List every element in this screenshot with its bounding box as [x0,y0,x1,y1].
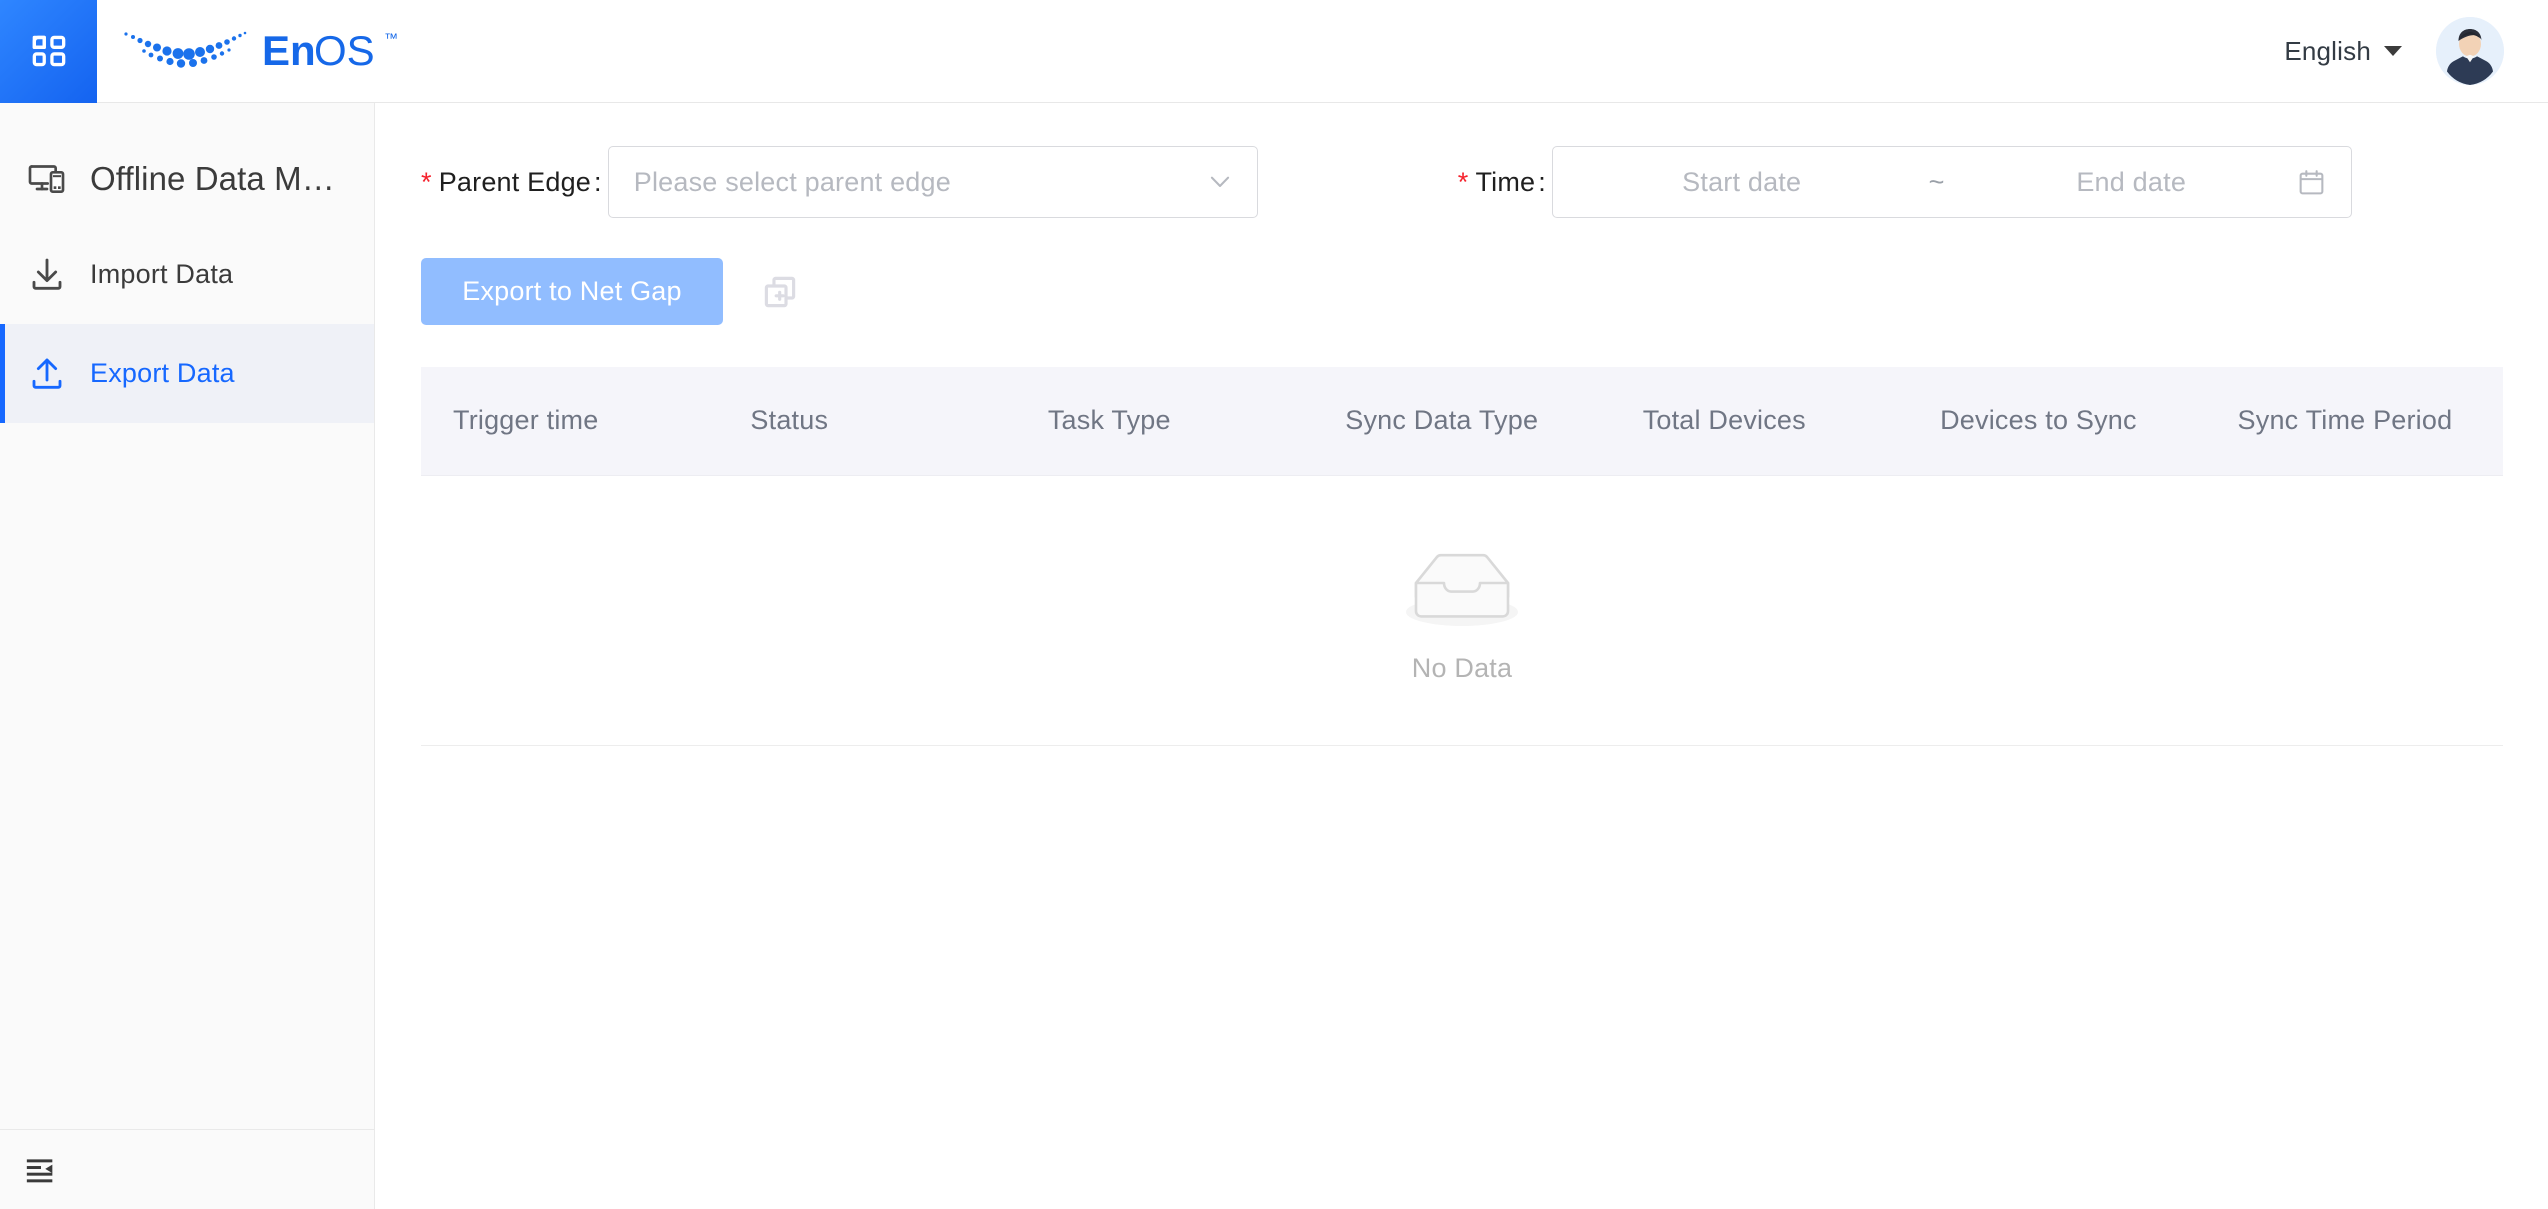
sidebar-module-title[interactable]: Offline Data M… [0,133,374,225]
time-label: * Time: [1458,167,1552,198]
required-mark: * [421,166,432,197]
top-header: En OS ™ English [0,0,2548,103]
column-header-sync-time-period[interactable]: Sync Time Period [2205,367,2503,476]
caret-down-icon [2384,46,2402,56]
export-to-net-gap-button[interactable]: Export to Net Gap [421,258,723,325]
range-separator: ~ [1928,166,1945,197]
action-bar: Export to Net Gap [376,218,2548,325]
column-header-trigger-time[interactable]: Trigger time [421,367,719,476]
end-date-input[interactable]: End date [1966,167,2296,198]
parent-edge-label-text: Parent Edge [438,166,592,197]
required-mark: * [1457,166,1469,197]
calendar-icon [2299,169,2324,194]
main-content: * Parent Edge: Please select parent edge … [376,103,2548,1209]
sidebar-item-label: Export Data [90,358,235,388]
upload-icon [32,358,62,389]
download-icon [32,258,62,290]
chevron-down-icon [1210,176,1229,187]
avatar[interactable] [2436,17,2504,85]
empty-box-icon [1406,553,1518,626]
app-launcher-button[interactable] [0,0,97,103]
table-body: No Data [421,475,2503,746]
sidebar-footer [0,1129,374,1209]
svg-text:™: ™ [384,30,398,46]
column-header-task-type[interactable]: Task Type [1015,367,1314,476]
time-label-text: Time [1475,166,1536,197]
column-header-total-devices[interactable]: Total Devices [1610,367,1909,476]
parent-edge-select[interactable]: Please select parent edge [607,146,1258,218]
table-header-row: Trigger time Status Task Type Sync Data … [421,367,2503,476]
label-colon: : [594,166,602,197]
language-label: English [2284,35,2371,66]
tasks-table: Trigger time Status Task Type Sync Data … [421,367,2503,746]
enos-wordmark: En OS ™ [262,27,398,74]
sidebar-item-label: Import Data [90,259,234,289]
app-root: En OS ™ English Offline Data M… Import D… [0,0,2548,1209]
brand-logo: En OS ™ [120,25,412,77]
header-actions: English [2284,17,2548,85]
devices-icon [28,165,65,194]
empty-state-label: No Data [1411,652,1513,683]
start-date-input[interactable]: Start date [1577,167,1907,198]
table-empty-cell: No Data [421,475,2503,746]
tasks-table-container: Trigger time Status Task Type Sync Data … [421,367,2503,746]
parent-edge-label: * Parent Edge: [421,167,608,198]
filter-bar: * Parent Edge: Please select parent edge … [376,103,2548,218]
copy-add-icon[interactable] [761,273,799,311]
grid-apps-icon [32,35,65,67]
empty-state: No Data [422,537,2502,684]
table-empty-row: No Data [421,475,2503,746]
column-header-status[interactable]: Status [718,367,1016,476]
parent-edge-field: * Parent Edge: Please select parent edge [421,146,1258,218]
svg-text:En: En [262,27,316,74]
sidebar-module-label: Offline Data M… [90,160,335,197]
sidebar: Offline Data M… Import Data Export Data [0,103,375,1209]
menu-fold-icon[interactable] [24,1153,58,1187]
column-header-devices-to-sync[interactable]: Devices to Sync [1908,367,2206,476]
sidebar-item-export-data[interactable]: Export Data [0,324,374,423]
sidebar-item-import-data[interactable]: Import Data [0,225,374,324]
language-selector[interactable]: English [2284,36,2402,67]
column-header-sync-data-type[interactable]: Sync Data Type [1313,367,1611,476]
time-field: * Time: Start date ~ End date [1458,146,2352,218]
svg-text:OS: OS [314,27,375,74]
table-head: Trigger time Status Task Type Sync Data … [421,367,2503,476]
date-range-picker[interactable]: Start date ~ End date [1551,146,2352,218]
parent-edge-placeholder: Please select parent edge [633,166,951,197]
enos-dots-logo-icon [124,31,247,68]
label-colon: : [1538,166,1546,197]
